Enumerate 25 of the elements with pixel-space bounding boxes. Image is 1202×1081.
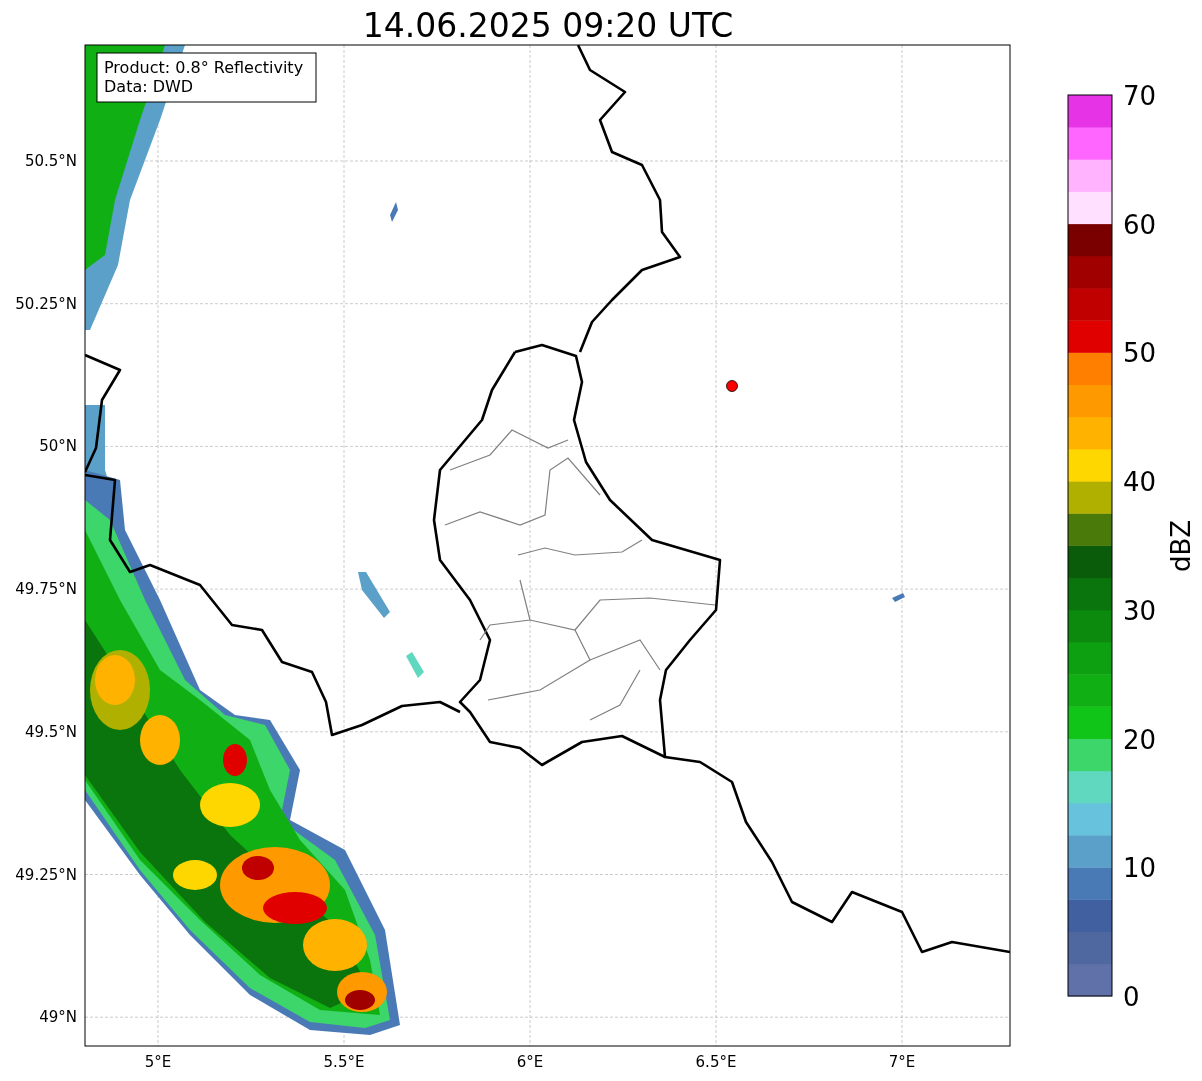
tick-label: 49.25°N	[15, 865, 77, 884]
tick-label: 60	[1123, 209, 1157, 240]
tick-label: 7°E	[888, 1053, 916, 1071]
tick-label: 30	[1123, 595, 1157, 626]
colorbar-label: dBZ	[1166, 519, 1196, 573]
tick-label: 10	[1123, 853, 1157, 884]
tick-label: 0	[1123, 982, 1140, 1012]
annotation-text: Product: 0.8° Reflectivity	[104, 58, 304, 77]
tick-label: 50	[1123, 338, 1157, 369]
tick-label: 49°N	[39, 1008, 77, 1027]
tick-label: 40	[1123, 467, 1157, 498]
tick-label: 5°E	[144, 1053, 172, 1071]
chart-title: 14.06.2025 09:20 UTC	[362, 6, 734, 45]
tick-label: 6°E	[516, 1053, 544, 1071]
location-marker	[726, 380, 738, 392]
tick-label: 5.5°E	[323, 1053, 365, 1071]
tick-label: 50.25°N	[15, 294, 77, 313]
tick-label: 70	[1123, 81, 1157, 111]
tick-label: 50.5°N	[24, 152, 77, 170]
tick-label: 49.5°N	[24, 722, 77, 741]
tick-label: 49.75°N	[15, 580, 77, 599]
tick-label: 6.5°E	[695, 1053, 737, 1071]
tick-label: 50°N	[39, 437, 77, 456]
tick-label: 20	[1123, 724, 1157, 755]
annotation-text: Data: DWD	[104, 77, 194, 96]
